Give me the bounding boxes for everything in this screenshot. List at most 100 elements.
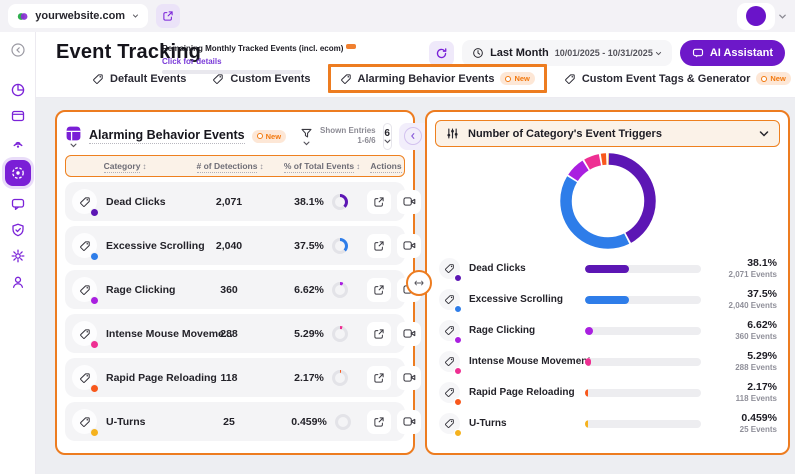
chat-icon [692,47,704,59]
date-range-picker[interactable]: Last Month 10/01/2025 - 10/31/2025 [462,40,672,66]
percent-value: 38.1% [709,257,777,270]
percent-of-total: 5.29% [294,328,324,340]
filter-button[interactable] [300,127,313,146]
alarming-events-table-card: Alarming Behavior Events New Shown Entri… [55,110,415,455]
percent-bar [585,420,701,428]
external-link-icon [373,416,385,428]
tab-custom-events[interactable]: Custom Events [212,73,310,85]
percent-ring [332,282,348,298]
open-events-button[interactable] [367,410,391,434]
sidebar-item-settings[interactable] [6,244,30,268]
open-events-button[interactable] [367,234,391,258]
category-color-dot [90,384,99,393]
category-tag-icon [72,277,97,302]
sidebar-item-website[interactable] [6,104,30,128]
category-name: Excessive Scrolling [469,294,563,305]
table-row: Intense Mouse Moveme... 288 5.29% [65,314,405,353]
open-events-button[interactable] [367,366,391,390]
events-count: 2,040 Events [709,301,777,311]
tab-default-events[interactable]: Default Events [92,73,186,85]
percent-value: 5.29% [709,350,777,363]
column-actions: Actions [368,161,404,171]
events-count: 288 Events [709,363,777,373]
shield-check-icon [10,222,26,238]
detections-count: 360 [183,284,275,296]
category-name: Dead Clicks [469,263,526,274]
sliders-icon [446,127,459,140]
category-color-dot [90,252,99,261]
chevron-down-icon[interactable] [778,12,787,21]
table-row: Rapid Page Reloading 118 2.17% [65,358,405,397]
video-camera-icon [403,196,416,207]
column-total-events[interactable]: % of Total Events↕ [276,161,368,171]
pie-chart-icon [10,82,26,98]
percent-of-total: 38.1% [294,196,324,208]
sidebar-item-event-tracking[interactable] [5,160,31,186]
tag-icon [564,73,576,85]
category-color-dot [454,398,462,406]
website-selector[interactable]: yourwebsite.com [8,4,148,28]
sidebar-item-privacy[interactable] [6,218,30,242]
category-name: Dead Clicks [106,196,166,208]
column-category[interactable]: Category↕ [66,161,184,171]
open-events-button[interactable] [367,278,391,302]
column-detections[interactable]: # of Detections↕ [184,161,276,171]
legend-row: Dead Clicks 38.1% 2,071 Events [435,253,780,284]
table-row: U-Turns 25 0.459% [65,402,405,441]
legend-row: U-Turns 0.459% 25 Events [435,408,780,439]
percent-ring [332,238,348,254]
chart-metric-select[interactable]: Number of Category's Event Triggers [435,120,780,147]
watch-recordings-button[interactable] [397,410,421,434]
category-tag-icon [72,321,97,346]
open-website-button[interactable] [156,4,180,28]
user-avatar[interactable] [737,3,775,30]
sidebar-item-account[interactable] [6,270,30,294]
refresh-button[interactable] [429,41,454,66]
prev-page-button[interactable] [404,127,422,145]
panel-resize-handle[interactable] [406,270,432,296]
category-tag-icon [439,320,460,341]
tab-alarming-behavior-events[interactable]: Alarming Behavior Events New [328,64,547,93]
chevron-down-icon [132,12,139,20]
video-camera-icon [403,372,416,383]
sidebar-item-feedback[interactable] [6,192,30,216]
detections-count: 2,040 [183,240,275,252]
open-events-button[interactable] [367,190,391,214]
tab-label: Custom Events [230,73,310,85]
external-link-icon [373,240,385,252]
watch-recordings-button[interactable] [397,322,421,346]
arrows-left-right-icon [413,277,425,289]
events-count: 2,071 Events [709,270,777,280]
sidebar-item-dashboard[interactable] [6,78,30,102]
percent-bar [585,358,701,366]
page-size-select[interactable]: 6 [383,123,392,150]
category-tag-icon [439,289,460,310]
category-color-dot [454,429,462,437]
percent-value: 6.62% [709,319,777,332]
table-title: Alarming Behavior Events [89,128,245,144]
sidebar-collapse-button[interactable] [6,38,30,62]
percent-of-total: 0.459% [291,416,327,428]
ai-assistant-label: AI Assistant [710,47,773,59]
watch-recordings-button[interactable] [397,234,421,258]
new-badge: New [756,72,790,85]
watch-recordings-button[interactable] [397,366,421,390]
refresh-icon [435,47,448,60]
chevron-down-icon [70,143,77,148]
open-events-button[interactable] [367,322,391,346]
external-link-icon [373,328,385,340]
tab-custom-event-tags-generator[interactable]: Custom Event Tags & Generator New [564,72,791,85]
new-badge: New [252,130,286,143]
watch-recordings-button[interactable] [397,190,421,214]
sidebar-item-interactions[interactable] [6,130,30,154]
category-color-dot [90,428,99,437]
table-view-button[interactable] [65,125,82,148]
legend-row: Excessive Scrolling 37.5% 2,040 Events [435,284,780,315]
topbar: yourwebsite.com [0,0,795,32]
table-body: Dead Clicks 2,071 38.1% [65,182,405,441]
filter-funnel-icon [300,127,313,140]
tag-icon [92,73,104,85]
table-row: Excessive Scrolling 2,040 37.5% [65,226,405,265]
legend-row: Rage Clicking 6.62% 360 Events [435,315,780,346]
ai-assistant-button[interactable]: AI Assistant [680,40,785,66]
